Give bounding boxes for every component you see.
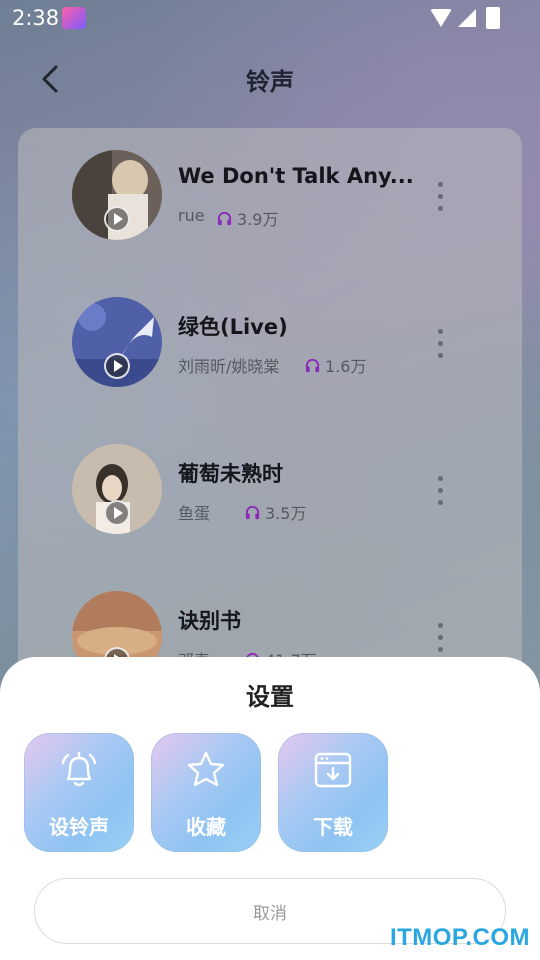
- status-icons: [430, 7, 500, 29]
- play-icon[interactable]: [104, 353, 130, 379]
- song-artist: rue: [178, 206, 205, 225]
- watermark: ITMOP.COM: [389, 924, 530, 951]
- play-count: 3.5万: [244, 500, 306, 524]
- download-icon: [314, 752, 352, 788]
- play-count: 1.6万: [304, 353, 366, 377]
- action-label: 设铃声: [49, 815, 109, 839]
- song-title: 葡萄未熟时: [178, 462, 283, 486]
- play-icon[interactable]: [104, 206, 130, 232]
- more-options-icon[interactable]: [438, 476, 444, 506]
- song-artist: 鱼蛋: [178, 504, 211, 523]
- more-options-icon[interactable]: [438, 329, 444, 359]
- play-count: 3.9万: [216, 206, 278, 230]
- headphones-icon: [305, 358, 320, 372]
- headphones-icon: [245, 505, 260, 519]
- play-icon[interactable]: [104, 500, 130, 526]
- battery-icon: [486, 7, 500, 29]
- signal-icon: [458, 9, 476, 27]
- song-artist: 刘雨昕/姚晓棠: [178, 357, 280, 376]
- play-count-value: 3.5万: [265, 504, 307, 523]
- favorite-button[interactable]: 收藏: [151, 733, 261, 852]
- more-options-icon[interactable]: [438, 623, 444, 653]
- action-label: 收藏: [186, 815, 226, 839]
- settings-bottom-sheet: 设置 设铃声 收藏 下载 取消: [0, 657, 540, 960]
- status-time: 2:38: [12, 6, 60, 30]
- song-title: 绿色(Live): [178, 315, 288, 339]
- song-item[interactable]: 绿色(Live) 刘雨昕/姚晓棠 1.6万: [18, 297, 522, 437]
- action-label: 下载: [313, 815, 353, 839]
- status-bar: 2:38: [0, 0, 540, 36]
- ringtone-list: We Don't Talk Any... rue 3.9万 绿色(Live) 刘…: [18, 128, 522, 688]
- headphones-icon: [217, 211, 232, 225]
- header: 铃声: [0, 52, 540, 108]
- song-title: We Don't Talk Any...: [178, 164, 414, 188]
- play-count-value: 3.9万: [237, 210, 279, 229]
- more-options-icon[interactable]: [438, 182, 444, 212]
- song-item[interactable]: 葡萄未熟时 鱼蛋 3.5万: [18, 444, 522, 584]
- bell-icon: [61, 751, 97, 787]
- song-cover[interactable]: [72, 150, 162, 240]
- play-count-value: 1.6万: [325, 357, 367, 376]
- page-title: 铃声: [246, 68, 294, 96]
- song-title: 诀别书: [178, 609, 241, 633]
- download-button[interactable]: 下载: [278, 733, 388, 852]
- app-notification-icon: [62, 7, 86, 29]
- star-icon: [187, 751, 225, 787]
- song-cover[interactable]: [72, 444, 162, 534]
- set-ringtone-button[interactable]: 设铃声: [24, 733, 134, 852]
- song-cover[interactable]: [72, 297, 162, 387]
- wifi-icon: [430, 9, 452, 27]
- song-item[interactable]: We Don't Talk Any... rue 3.9万: [18, 150, 522, 290]
- sheet-title: 设置: [246, 683, 294, 711]
